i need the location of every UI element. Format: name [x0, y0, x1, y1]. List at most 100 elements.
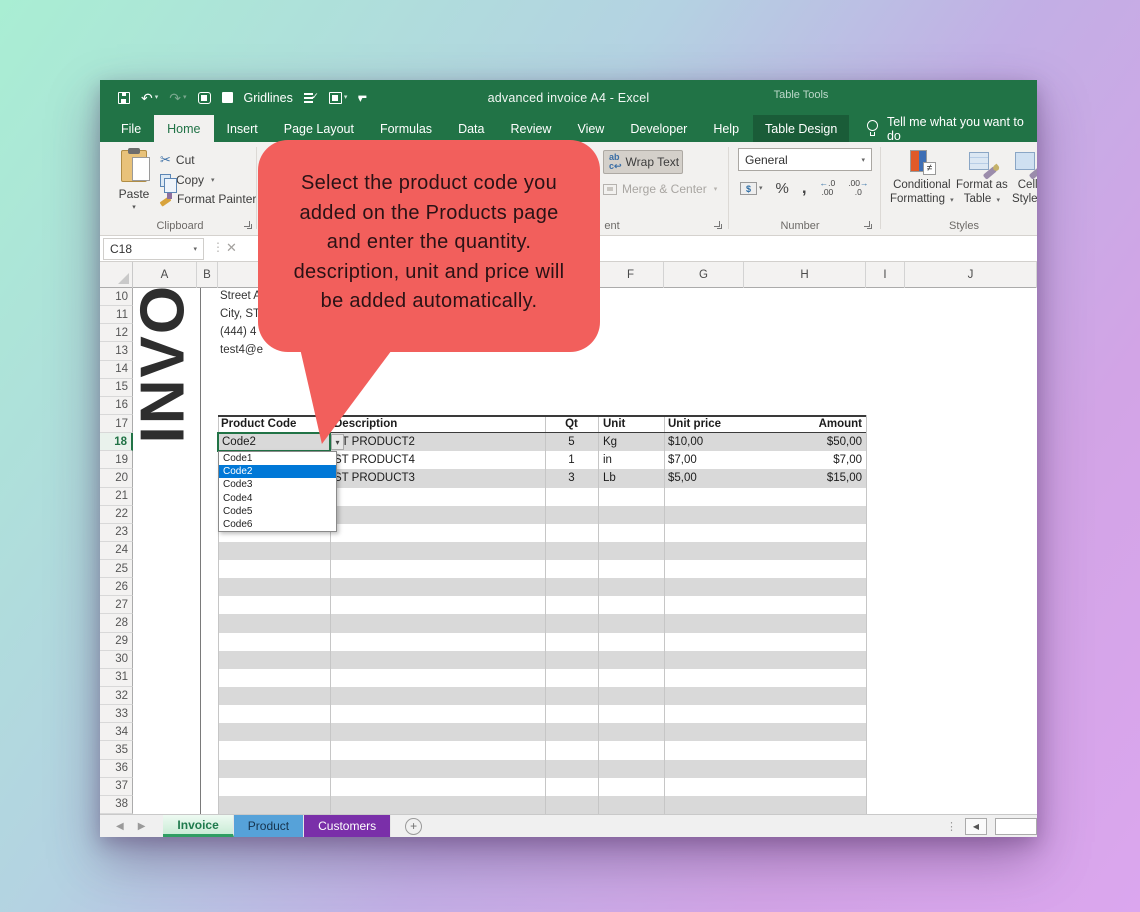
column-header-F[interactable]: F — [598, 262, 664, 288]
dropdown-item-code2[interactable]: Code2 — [219, 465, 336, 478]
column-header-G[interactable]: G — [664, 262, 744, 288]
wrap-text-button[interactable]: abc↩ Wrap Text — [603, 150, 683, 174]
table-column-border — [866, 415, 867, 814]
row-header-37[interactable]: 37 — [100, 778, 133, 796]
tab-review[interactable]: Review — [497, 115, 564, 142]
tab-table-design[interactable]: Table Design — [752, 115, 850, 142]
row-header-30[interactable]: 30 — [100, 651, 133, 669]
sheet-tab-invoice[interactable]: Invoice — [163, 815, 233, 837]
row-header-38[interactable]: 38 — [100, 796, 133, 814]
clipboard-dialog-launcher-icon[interactable] — [243, 220, 253, 230]
save-icon[interactable] — [118, 92, 130, 104]
row-header-10[interactable]: 10 — [100, 288, 133, 306]
sheet-tab-customers[interactable]: Customers — [304, 815, 391, 837]
cell-description: ST PRODUCT3 — [334, 469, 415, 487]
row-header-26[interactable]: 26 — [100, 578, 133, 596]
decrease-decimal-button[interactable]: .00→.0 — [848, 179, 868, 197]
row-header-32[interactable]: 32 — [100, 687, 133, 705]
row-header-18[interactable]: 18 — [100, 433, 133, 451]
number-dialog-launcher-icon[interactable] — [863, 220, 873, 230]
column-header-I[interactable]: I — [866, 262, 905, 288]
row-header-24[interactable]: 24 — [100, 542, 133, 560]
tab-file[interactable]: File — [108, 115, 154, 142]
row-header-28[interactable]: 28 — [100, 614, 133, 632]
column-header-A[interactable]: A — [133, 262, 197, 288]
paste-button[interactable]: Paste ▾ — [112, 150, 156, 226]
column-header-J[interactable]: J — [905, 262, 1037, 288]
row-header-19[interactable]: 19 — [100, 451, 133, 469]
print-icon[interactable] — [198, 92, 211, 104]
product-code-dropdown[interactable]: Code1Code2Code3Code4Code5Code6 — [218, 451, 337, 532]
row-header-34[interactable]: 34 — [100, 723, 133, 741]
qat-overflow-icon[interactable]: ▬▾ — [358, 94, 366, 102]
tab-home[interactable]: Home — [154, 115, 213, 142]
name-box-caret-icon: ▾ — [193, 245, 197, 253]
tab-help[interactable]: Help — [700, 115, 752, 142]
percent-style-button[interactable]: % — [776, 180, 789, 197]
row-header-12[interactable]: 12 — [100, 324, 133, 342]
alignment-dialog-launcher-icon[interactable] — [713, 220, 723, 230]
tab-insert[interactable]: Insert — [214, 115, 271, 142]
tell-me-box[interactable]: Tell me what you want to do — [850, 115, 1037, 142]
column-header-H[interactable]: H — [744, 262, 866, 288]
row-header-11[interactable]: 11 — [100, 306, 133, 324]
dropdown-item-code1[interactable]: Code1 — [219, 452, 336, 465]
increase-decimal-button[interactable]: ←.0.00 — [820, 179, 836, 197]
format-painter-label: Format Painter — [177, 192, 256, 206]
row-header-13[interactable]: 13 — [100, 342, 133, 360]
row-header-36[interactable]: 36 — [100, 760, 133, 778]
row-header-16[interactable]: 16 — [100, 397, 133, 415]
sheet-tab-product[interactable]: Product — [234, 815, 304, 837]
merge-center-button[interactable]: Merge & Center ▾ — [603, 182, 717, 196]
format-painter-button[interactable]: Format Painter — [160, 192, 256, 206]
tab-developer[interactable]: Developer — [617, 115, 700, 142]
row-header-33[interactable]: 33 — [100, 705, 133, 723]
number-format-select[interactable]: General ▾ — [738, 148, 872, 171]
undo-icon[interactable]: ↶▾ — [141, 91, 158, 105]
row-header-21[interactable]: 21 — [100, 488, 133, 506]
tab-formulas[interactable]: Formulas — [367, 115, 445, 142]
sheet-nav-right-icon[interactable]: ▶ — [138, 821, 146, 832]
tab-data[interactable]: Data — [445, 115, 497, 142]
list-check-icon[interactable]: ✓ — [304, 92, 318, 103]
cut-label: Cut — [176, 153, 195, 167]
sheet-nav-left-icon[interactable]: ◀ — [116, 821, 124, 832]
row-header-14[interactable]: 14 — [100, 361, 133, 379]
row-header-23[interactable]: 23 — [100, 524, 133, 542]
dropdown-item-code5[interactable]: Code5 — [219, 505, 336, 518]
row-header-20[interactable]: 20 — [100, 469, 133, 487]
redo-icon[interactable]: ↷▾ — [169, 91, 186, 105]
column-header-B[interactable]: B — [197, 262, 218, 288]
dropdown-item-code6[interactable]: Code6 — [219, 518, 336, 531]
cell-dropdown-button[interactable]: ▾ — [331, 434, 344, 450]
comma-style-button[interactable]: , — [802, 178, 807, 198]
select-all-corner[interactable] — [102, 262, 133, 288]
row-header-25[interactable]: 25 — [100, 560, 133, 578]
selected-cell-C18[interactable] — [217, 432, 331, 452]
cut-button[interactable]: ✂ Cut — [160, 152, 256, 168]
row-header-27[interactable]: 27 — [100, 596, 133, 614]
row-header-31[interactable]: 31 — [100, 669, 133, 687]
row-header-17[interactable]: 17 — [100, 415, 133, 433]
hscroll-track[interactable] — [995, 818, 1037, 835]
row-header-35[interactable]: 35 — [100, 741, 133, 759]
row-header-22[interactable]: 22 — [100, 506, 133, 524]
gridlines-checkbox-icon[interactable] — [222, 92, 233, 103]
row-header-29[interactable]: 29 — [100, 633, 133, 651]
tab-view[interactable]: View — [564, 115, 617, 142]
hscroll-left-button[interactable]: ◀ — [965, 818, 987, 835]
name-box[interactable]: C18 ▾ — [103, 238, 204, 260]
row-header-15[interactable]: 15 — [100, 379, 133, 397]
accounting-format-button[interactable]: $▾ — [740, 182, 763, 195]
conditional-formatting-button[interactable]: ≠ Conditional Formatting ▾ — [890, 150, 954, 207]
new-sheet-button[interactable]: + — [405, 818, 422, 835]
cancel-icon[interactable]: ✕ — [226, 240, 237, 256]
dropdown-item-code4[interactable]: Code4 — [219, 492, 336, 505]
format-as-table-button[interactable]: Format as Table ▾ — [956, 150, 1008, 207]
copy-button[interactable]: Copy ▾ — [160, 173, 256, 187]
cell-styles-button[interactable]: Cell Styles — [1012, 150, 1037, 207]
tab-page-layout[interactable]: Page Layout — [271, 115, 367, 142]
dropdown-item-code3[interactable]: Code3 — [219, 478, 336, 491]
sheet-nav-arrows[interactable]: ◀ ▶ — [100, 815, 163, 837]
film-table-icon[interactable]: ▾ — [329, 92, 348, 104]
